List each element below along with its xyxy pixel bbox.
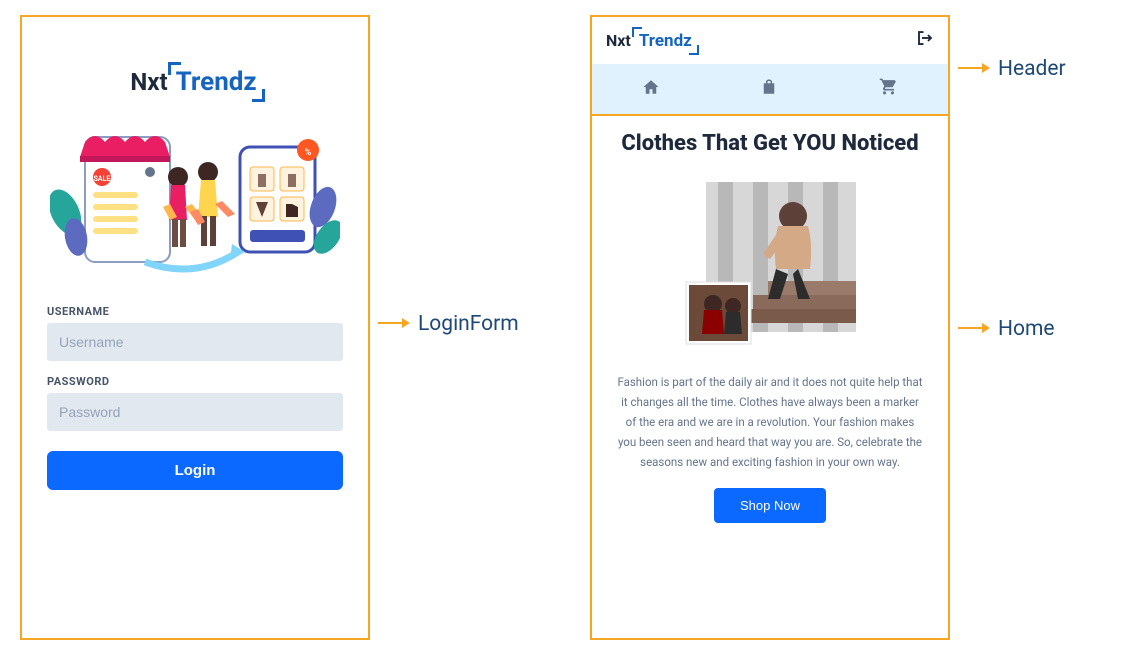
logo-text-trendz-small: Trendz <box>636 31 695 51</box>
callout-label-header: Header <box>998 57 1066 81</box>
cart-icon[interactable] <box>879 77 898 101</box>
nav-bar <box>592 64 948 114</box>
arrow-right-icon <box>958 59 990 80</box>
products-icon[interactable] <box>760 78 778 101</box>
password-input[interactable] <box>47 393 343 431</box>
callout-header: Header <box>958 57 1066 81</box>
home-icon[interactable] <box>642 78 660 101</box>
home-title: Clothes That Get YOU Noticed <box>621 130 918 158</box>
home-hero-image <box>678 174 863 354</box>
logo-small: Nxt Trendz <box>606 31 695 51</box>
shop-now-button[interactable]: Shop Now <box>714 488 826 523</box>
home-content: Clothes That Get YOU Noticed <box>592 114 948 638</box>
login-form-panel: Nxt Trendz SALE % <box>20 15 370 640</box>
svg-text:SALE: SALE <box>94 175 111 183</box>
callout-home: Home <box>958 317 1055 341</box>
arrow-right-icon <box>958 319 990 340</box>
home-description: Fashion is part of the daily air and it … <box>616 372 924 473</box>
callout-loginform: LoginForm <box>378 312 519 336</box>
password-group: PASSWORD <box>47 375 343 431</box>
logo-text-nxt-small: Nxt <box>606 31 631 50</box>
password-label: PASSWORD <box>47 375 343 388</box>
arrow-right-icon <box>378 314 410 335</box>
username-group: USERNAME <box>47 305 343 361</box>
home-panel: Nxt Trendz Clothes That G <box>590 15 950 640</box>
username-label: USERNAME <box>47 305 343 318</box>
callout-label-home: Home <box>998 317 1055 341</box>
login-illustration: SALE % <box>47 112 343 277</box>
login-button[interactable]: Login <box>47 451 343 490</box>
header-section: Nxt Trendz <box>590 15 950 116</box>
logo-text-nxt: Nxt <box>130 68 167 96</box>
logo-text-trendz: Trendz <box>173 67 260 97</box>
logout-icon[interactable] <box>916 29 934 52</box>
logo: Nxt Trendz <box>130 67 259 97</box>
header-top-row: Nxt Trendz <box>592 17 948 64</box>
username-input[interactable] <box>47 323 343 361</box>
svg-text:%: % <box>305 148 312 158</box>
callout-label-loginform: LoginForm <box>418 312 519 336</box>
